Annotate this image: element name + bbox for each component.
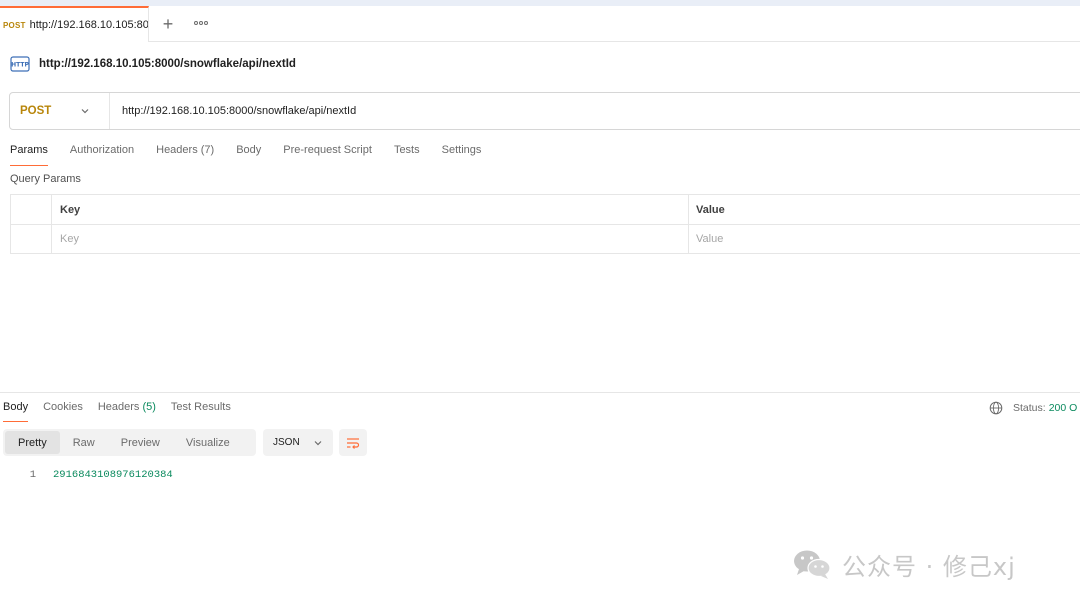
http-icon: HTTP xyxy=(10,56,30,72)
tab-url-label: http://192.168.10.105:8000/snowflake/api… xyxy=(29,19,148,31)
view-mode-group: Pretty Raw Preview Visualize xyxy=(3,429,256,456)
wrap-lines-button[interactable] xyxy=(339,429,367,456)
svg-text:HTTP: HTTP xyxy=(11,62,29,69)
key-input[interactable]: Key xyxy=(52,224,689,253)
params-empty-row: Key Value xyxy=(11,224,1080,254)
wechat-icon xyxy=(794,550,831,579)
tab-params[interactable]: Params xyxy=(10,140,48,166)
line-number: 1 xyxy=(29,469,36,481)
row-checkbox[interactable] xyxy=(11,224,52,253)
watermark-text: 公众号 · 修己xj xyxy=(842,552,1016,581)
tab-settings[interactable]: Settings xyxy=(442,140,482,166)
tab-authorization[interactable]: Authorization xyxy=(70,140,134,166)
checkbox-column-header xyxy=(11,195,52,224)
chevron-down-icon xyxy=(314,440,322,445)
code-line[interactable]: 1 2916843108976120384 xyxy=(0,467,173,483)
format-select[interactable]: JSON xyxy=(263,429,333,456)
query-params-label: Query Params xyxy=(10,173,81,185)
response-tabs: Body Cookies Headers (5) Test Results xyxy=(3,400,246,424)
pane-divider[interactable] xyxy=(0,392,1080,393)
view-raw-button[interactable]: Raw xyxy=(60,431,108,454)
response-tab-test-results[interactable]: Test Results xyxy=(171,400,231,422)
status-area: Status: 200 O xyxy=(989,400,1077,416)
url-bar: POST xyxy=(9,92,1080,130)
status-value[interactable]: 200 O xyxy=(1049,402,1078,414)
tab-headers[interactable]: Headers (7) xyxy=(156,140,214,166)
tab-method-label: POST xyxy=(3,20,26,30)
tab-pre-request-script[interactable]: Pre-request Script xyxy=(283,140,372,166)
response-tab-cookies[interactable]: Cookies xyxy=(43,400,83,422)
key-column-header: Key xyxy=(52,195,689,224)
method-select-value: POST xyxy=(20,105,52,117)
tab-body[interactable]: Body xyxy=(236,140,261,166)
view-pretty-button[interactable]: Pretty xyxy=(5,431,60,454)
view-visualize-button[interactable]: Visualize xyxy=(173,431,243,454)
request-name-row: HTTP http://192.168.10.105:8000/snowflak… xyxy=(10,53,296,75)
value-column-header: Value xyxy=(696,203,725,216)
format-select-value: JSON xyxy=(273,437,300,448)
more-options-icon[interactable] xyxy=(193,15,209,31)
response-headers-label: Headers xyxy=(97,401,140,413)
globe-icon[interactable] xyxy=(989,401,1003,415)
response-tab-headers[interactable]: Headers (5) xyxy=(98,400,156,422)
tab-tests[interactable]: Tests xyxy=(394,140,420,166)
params-table: Key Value Key Value xyxy=(10,194,1080,254)
response-tab-body[interactable]: Body xyxy=(3,400,29,422)
chevron-down-icon xyxy=(81,109,89,114)
view-preview-button[interactable]: Preview xyxy=(108,431,173,454)
plus-icon[interactable]: + xyxy=(158,14,178,34)
code-value: 2916843108976120384 xyxy=(53,469,173,481)
watermark: 公众号 · 修己xj xyxy=(792,546,1016,582)
request-tab[interactable]: POST http://192.168.10.105:8000/snowflak… xyxy=(0,6,149,42)
request-tabs: Params Authorization Headers (7) Body Pr… xyxy=(10,140,503,166)
url-input[interactable] xyxy=(110,93,1080,129)
method-select[interactable]: POST xyxy=(10,93,110,129)
params-header-row: Key Value xyxy=(11,195,1080,225)
wrap-lines-icon xyxy=(347,437,360,449)
request-name[interactable]: http://192.168.10.105:8000/snowflake/api… xyxy=(39,58,296,70)
value-input[interactable]: Value xyxy=(689,224,1080,253)
response-headers-count: (5) xyxy=(142,401,156,413)
status-label: Status: xyxy=(1013,402,1046,414)
tab-bar: POST http://192.168.10.105:8000/snowflak… xyxy=(0,6,1080,42)
